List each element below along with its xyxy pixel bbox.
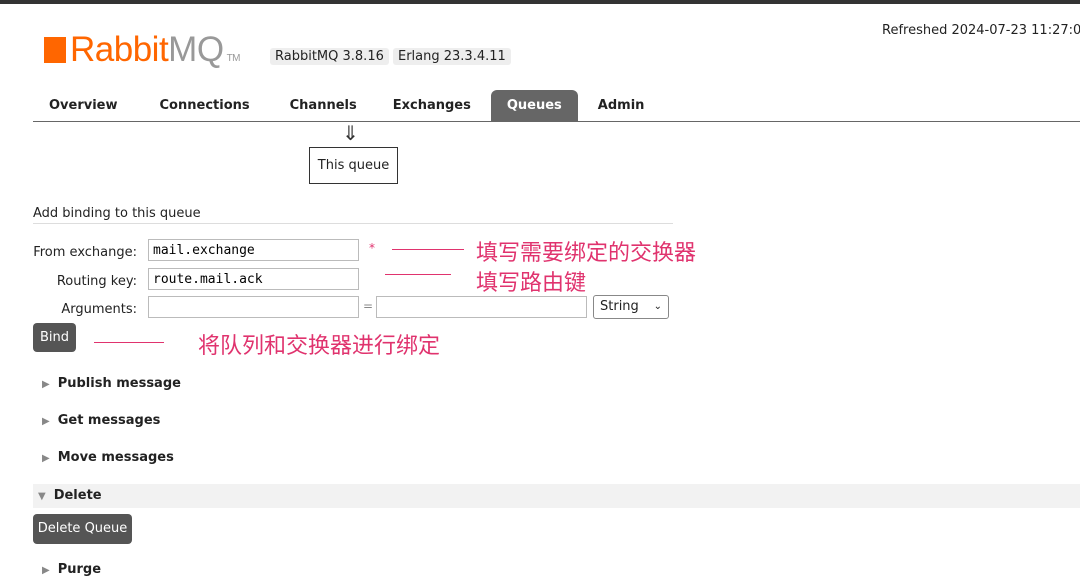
delete-toggle[interactable]: ▼ Delete: [38, 488, 102, 503]
triangle-right-icon: ▶: [42, 416, 50, 427]
move-messages-toggle[interactable]: ▶ Move messages: [42, 450, 174, 465]
annotation-routing: 填写路由键: [476, 271, 587, 296]
tab-admin[interactable]: Admin: [582, 90, 661, 121]
tab-connections[interactable]: Connections: [144, 90, 266, 121]
tab-exchanges[interactable]: Exchanges: [377, 90, 487, 121]
argument-key-input[interactable]: [148, 296, 359, 318]
routing-key-label: Routing key:: [56, 274, 137, 289]
down-arrow-icon: ⇓: [342, 121, 359, 145]
main-tabs: Overview Connections Channels Exchanges …: [33, 90, 1080, 122]
refreshed-timestamp: Refreshed 2024-07-23 11:27:03: [882, 23, 1080, 38]
this-queue-box: This queue: [309, 147, 398, 184]
annotation-arrow: [392, 249, 464, 250]
annotation-arrow: [94, 342, 164, 343]
equals-sign: =: [363, 299, 374, 313]
erlang-badge: Erlang 23.3.4.11: [393, 48, 511, 65]
chevron-down-icon: ⌄: [653, 301, 662, 312]
required-marker: *: [369, 241, 375, 255]
argument-type-value: String: [600, 299, 639, 314]
tab-queues[interactable]: Queues: [490, 90, 578, 121]
publish-message-toggle[interactable]: ▶ Publish message: [42, 376, 181, 391]
annotation-exchange: 填写需要绑定的交换器: [476, 241, 697, 266]
binding-section-title: Add binding to this queue: [33, 206, 673, 224]
annotation-bind: 将队列和交换器进行绑定: [198, 334, 441, 359]
routing-key-input[interactable]: [148, 268, 359, 290]
purge-toggle[interactable]: ▶ Purge: [42, 562, 101, 577]
tab-channels[interactable]: Channels: [274, 90, 373, 121]
argument-type-select[interactable]: String ⌄: [593, 295, 669, 319]
triangle-right-icon: ▶: [42, 379, 50, 390]
triangle-right-icon: ▶: [42, 565, 50, 576]
annotation-arrow: [385, 274, 451, 275]
argument-value-input[interactable]: [376, 296, 587, 318]
get-messages-toggle[interactable]: ▶ Get messages: [42, 413, 160, 428]
delete-queue-button[interactable]: Delete Queue: [33, 514, 132, 544]
bind-button[interactable]: Bind: [33, 323, 76, 352]
triangle-right-icon: ▶: [42, 453, 50, 464]
arguments-label: Arguments:: [61, 302, 137, 317]
top-bar: [0, 0, 1080, 4]
rabbit-logo-icon: [44, 37, 66, 63]
from-exchange-label: From exchange:: [33, 245, 137, 260]
from-exchange-input[interactable]: [148, 239, 359, 261]
delete-section-bar: [33, 484, 1080, 508]
tab-overview[interactable]: Overview: [33, 90, 134, 121]
rabbitmq-logo: RabbitMQ TM: [44, 30, 241, 70]
version-badge: RabbitMQ 3.8.16: [270, 48, 389, 65]
triangle-down-icon: ▼: [38, 491, 46, 502]
